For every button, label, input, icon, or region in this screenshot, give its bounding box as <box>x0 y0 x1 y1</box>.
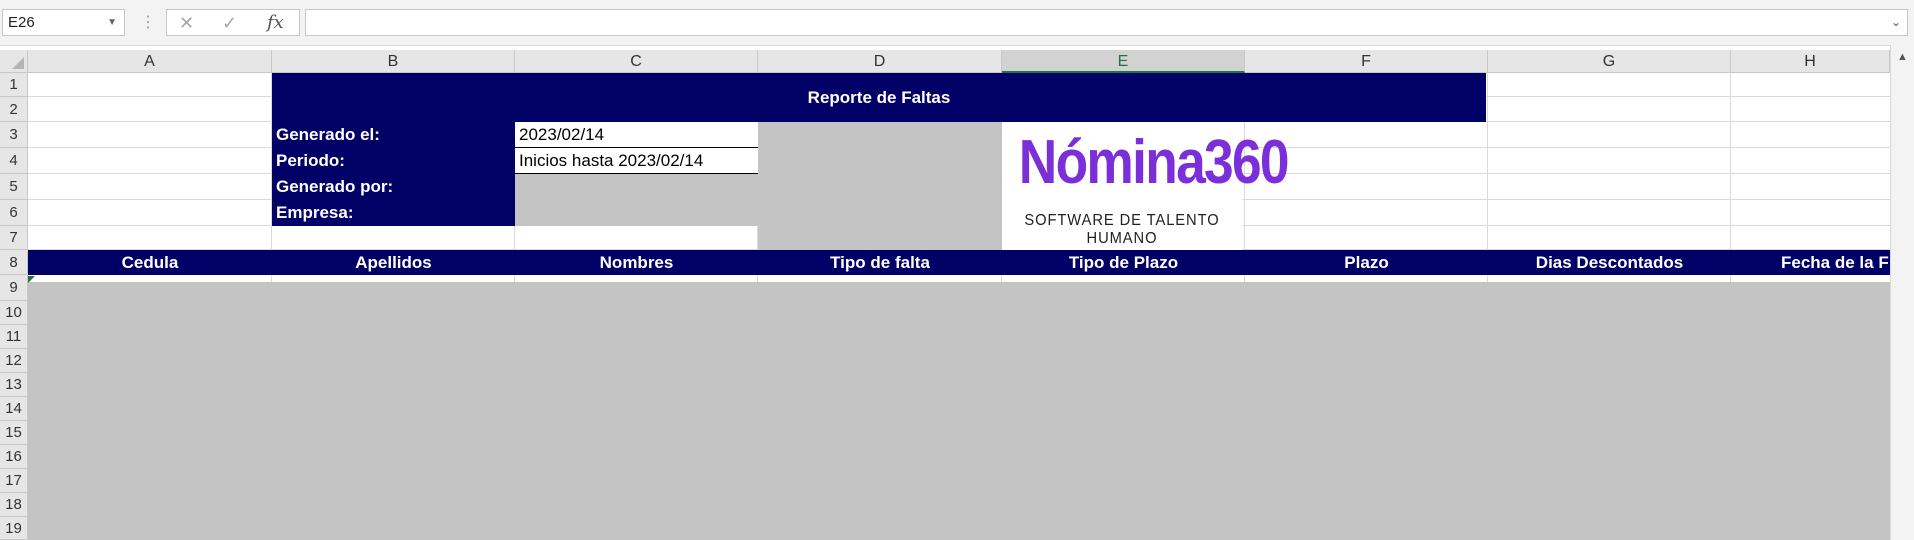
row-header-1[interactable]: 1 <box>0 73 28 97</box>
row-header-8[interactable]: 8 <box>0 250 28 275</box>
more-options-icon[interactable]: ⋮ <box>140 12 156 32</box>
row-header-18[interactable]: 18 <box>0 493 28 517</box>
name-box-dropdown-icon[interactable]: ▼ <box>107 10 117 35</box>
scroll-up-icon[interactable]: ▲ <box>1897 51 1908 63</box>
cancel-icon[interactable]: ✕ <box>179 12 194 34</box>
row-header-5[interactable]: 5 <box>0 174 28 200</box>
row-header-15[interactable]: 15 <box>0 421 28 445</box>
row-header-2[interactable]: 2 <box>0 97 28 122</box>
period-label: Periodo: <box>276 151 345 170</box>
row-header-19[interactable]: 19 <box>0 517 28 540</box>
enter-icon[interactable]: ✓ <box>222 12 237 34</box>
row-header-17[interactable]: 17 <box>0 469 28 493</box>
column-header-a[interactable]: A <box>28 50 272 73</box>
column-header-c[interactable]: C <box>515 50 758 73</box>
table-header-cell[interactable]: Apellidos <box>272 250 515 275</box>
expand-formula-bar-icon[interactable]: ⌄ <box>1891 10 1901 35</box>
logo-tagline: SOFTWARE DE TALENTO HUMANO <box>1024 212 1220 247</box>
table-header-cell[interactable]: Dias Descontados <box>1488 250 1731 275</box>
company-label: Empresa: <box>276 203 354 222</box>
row-header-14[interactable]: 14 <box>0 397 28 421</box>
generated-by-label: Generado por: <box>276 177 394 196</box>
column-header-d[interactable]: D <box>758 50 1002 73</box>
row-header-10[interactable]: 10 <box>0 301 28 325</box>
nomina360-logo: Nómina360 SOFTWARE DE TALENTO HUMANO <box>1002 124 1290 250</box>
table-header-cell[interactable]: Tipo de Plazo <box>1002 250 1245 275</box>
error-indicator-icon <box>28 276 35 283</box>
table-header-cell[interactable]: Fecha de la F <box>1731 250 1890 275</box>
report-title: Reporte de Faltas <box>807 88 951 107</box>
generated-on-label: Generado el: <box>276 125 380 144</box>
data-area[interactable] <box>28 282 1890 540</box>
column-header-b[interactable]: B <box>272 50 515 73</box>
generated-on-value: 2023/02/14 <box>519 125 605 144</box>
select-all-button[interactable] <box>0 50 28 73</box>
table-header-cell[interactable]: Plazo <box>1245 250 1488 275</box>
row-header-11[interactable]: 11 <box>0 325 28 349</box>
table-header-cell[interactable]: Nombres <box>515 250 758 275</box>
row-header-9[interactable]: 9 <box>0 275 28 301</box>
column-header-h[interactable]: H <box>1731 50 1890 73</box>
insert-function-icon[interactable]: fx <box>267 12 284 34</box>
table-header-cell[interactable]: Tipo de falta <box>758 250 1002 275</box>
name-box-value: E26 <box>8 14 35 31</box>
period-value: Inicios hasta 2023/02/14 <box>519 151 704 170</box>
formula-buttons: ✕ ✓ fx <box>166 9 300 36</box>
generated-by-company-cells[interactable] <box>515 174 758 226</box>
row-header-4[interactable]: 4 <box>0 148 28 174</box>
formula-bar: E26 ▼ ⋮ ✕ ✓ fx ⌄ <box>0 0 1914 46</box>
logo-wordmark: Nómina360 <box>1018 128 1290 197</box>
row-header-12[interactable]: 12 <box>0 349 28 373</box>
vertical-scrollbar[interactable]: ▲ <box>1890 45 1914 540</box>
formula-input[interactable]: ⌄ <box>305 9 1908 36</box>
column-header-f[interactable]: F <box>1245 50 1488 73</box>
row-header-6[interactable]: 6 <box>0 200 28 226</box>
row-header-7[interactable]: 7 <box>0 226 28 250</box>
table-header-cell[interactable]: Cedula <box>28 250 272 275</box>
row-header-3[interactable]: 3 <box>0 122 28 148</box>
row-header-16[interactable]: 16 <box>0 445 28 469</box>
column-header-g[interactable]: G <box>1488 50 1731 73</box>
name-box[interactable]: E26 ▼ <box>2 9 125 36</box>
column-header-e[interactable]: E <box>1002 50 1245 73</box>
row-header-13[interactable]: 13 <box>0 373 28 397</box>
column-d-empty-block <box>758 122 1002 250</box>
